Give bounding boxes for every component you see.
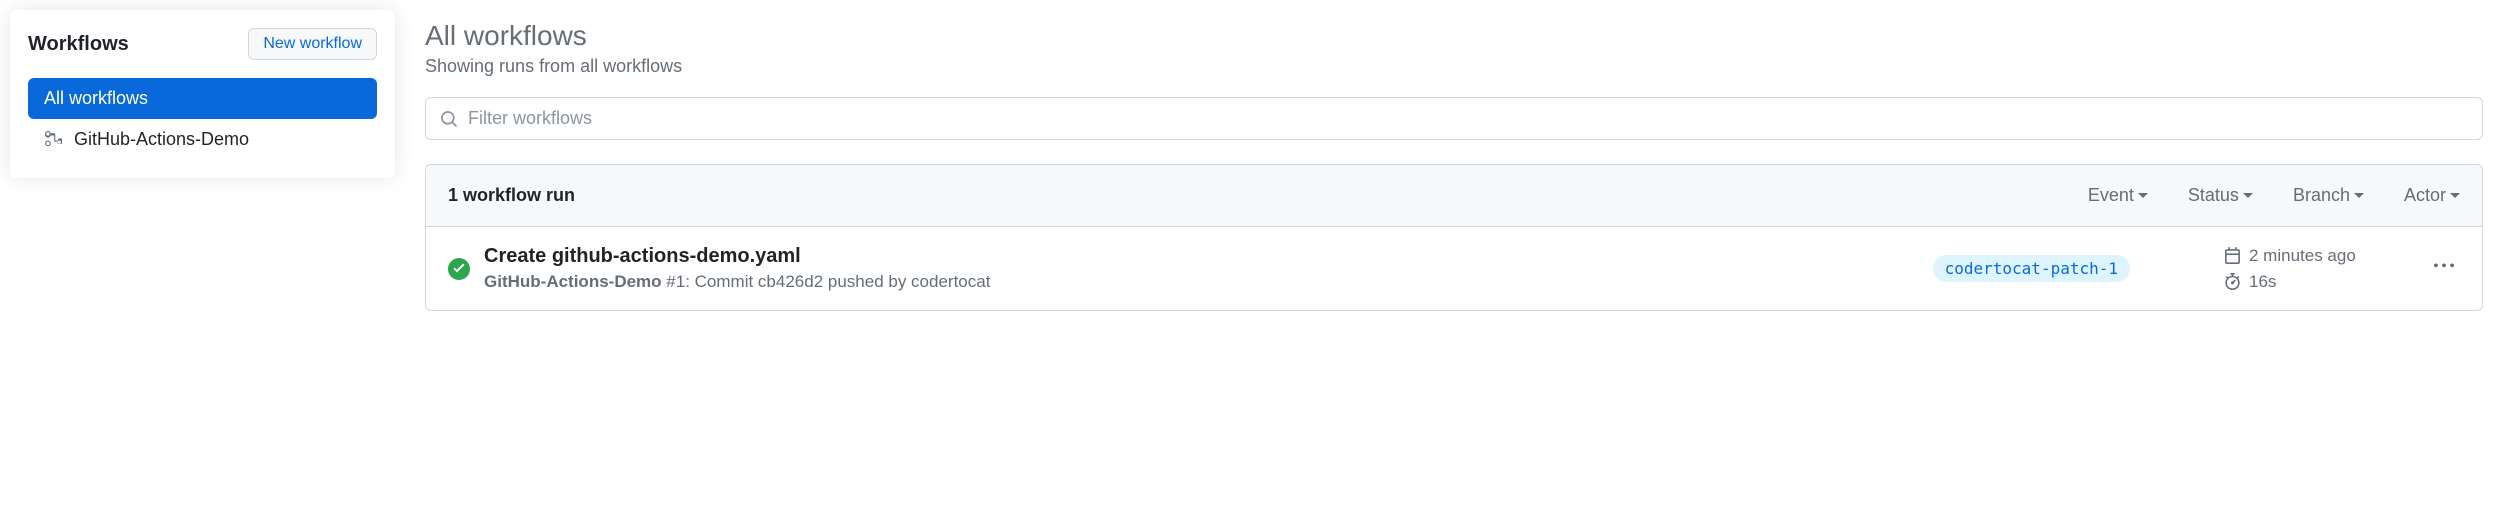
- runs-list: 1 workflow run Event Status Branch Actor: [425, 164, 2483, 311]
- sidebar-item-workflow[interactable]: GitHub-Actions-Demo: [28, 119, 377, 160]
- run-workflow-name: GitHub-Actions-Demo: [484, 272, 662, 291]
- chevron-down-icon: [2450, 193, 2460, 199]
- branch-filter-dropdown[interactable]: Branch: [2293, 185, 2364, 206]
- workflow-run-row[interactable]: Create github-actions-demo.yaml GitHub-A…: [426, 227, 2482, 310]
- run-meta-text: : Commit cb426d2 pushed by codertocat: [685, 272, 990, 291]
- stopwatch-icon: [2224, 273, 2241, 290]
- duration-label: 16s: [2249, 272, 2276, 292]
- main-content: All workflows Showing runs from all work…: [425, 10, 2483, 311]
- run-timing: 2 minutes ago 16s: [2224, 246, 2384, 292]
- sidebar-title: Workflows: [28, 33, 129, 56]
- sidebar-item-label: GitHub-Actions-Demo: [74, 129, 249, 150]
- run-meta: GitHub-Actions-Demo #1: Commit cb426d2 p…: [484, 272, 1839, 292]
- success-check-icon: [448, 258, 470, 280]
- sidebar-item-all-workflows[interactable]: All workflows: [28, 78, 377, 119]
- dropdown-label: Actor: [2404, 185, 2446, 206]
- sidebar-header: Workflows New workflow: [28, 28, 377, 60]
- status-filter-dropdown[interactable]: Status: [2188, 185, 2253, 206]
- dropdown-label: Status: [2188, 185, 2239, 206]
- search-icon: [440, 110, 458, 128]
- run-info: Create github-actions-demo.yaml GitHub-A…: [484, 245, 1839, 292]
- runs-header: 1 workflow run Event Status Branch Actor: [426, 165, 2482, 227]
- runs-count-label: 1 workflow run: [448, 185, 2048, 206]
- calendar-icon: [2224, 247, 2241, 264]
- dropdown-label: Event: [2088, 185, 2134, 206]
- chevron-down-icon: [2354, 193, 2364, 199]
- time-ago-label: 2 minutes ago: [2249, 246, 2356, 266]
- sidebar-item-label: All workflows: [44, 88, 148, 109]
- branch-badge[interactable]: codertocat-patch-1: [1933, 255, 2130, 282]
- filter-container[interactable]: [425, 97, 2483, 140]
- page-title: All workflows: [425, 20, 2483, 52]
- dropdown-label: Branch: [2293, 185, 2350, 206]
- chevron-down-icon: [2138, 193, 2148, 199]
- page-subtitle: Showing runs from all workflows: [425, 56, 2483, 77]
- run-title: Create github-actions-demo.yaml: [484, 245, 1839, 268]
- filter-workflows-input[interactable]: [468, 108, 2468, 129]
- time-ago-row: 2 minutes ago: [2224, 246, 2384, 266]
- duration-row: 16s: [2224, 272, 2384, 292]
- kebab-menu-button[interactable]: [2428, 250, 2460, 287]
- workflows-sidebar: Workflows New workflow All workflows Git…: [10, 10, 395, 178]
- chevron-down-icon: [2243, 193, 2253, 199]
- actor-filter-dropdown[interactable]: Actor: [2404, 185, 2460, 206]
- event-filter-dropdown[interactable]: Event: [2088, 185, 2148, 206]
- run-number: #1: [666, 272, 685, 291]
- workflow-icon: [44, 131, 62, 149]
- new-workflow-button[interactable]: New workflow: [248, 28, 377, 60]
